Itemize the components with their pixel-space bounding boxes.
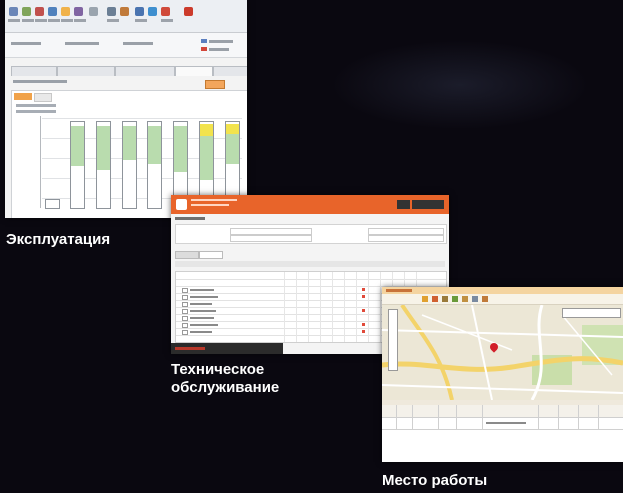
checkbox-icon bbox=[182, 295, 188, 300]
caption-operations: Эксплуатация bbox=[6, 231, 111, 248]
workplace-screenshot bbox=[382, 287, 623, 462]
action-button[interactable] bbox=[205, 80, 225, 89]
tab[interactable] bbox=[175, 251, 199, 259]
toolbar-icon bbox=[120, 7, 129, 16]
toolbar-icon bbox=[462, 296, 468, 302]
logo-icon bbox=[176, 199, 187, 210]
toolbar-icon bbox=[482, 296, 488, 302]
tab[interactable] bbox=[11, 66, 57, 76]
toolbar-icon bbox=[148, 7, 157, 16]
caption-maintenance: Техническое обслуживание bbox=[171, 361, 279, 397]
toolbar-icon bbox=[107, 7, 116, 16]
tab[interactable] bbox=[213, 66, 247, 76]
caption-workplace: Место работы bbox=[382, 472, 488, 489]
window-title-bar bbox=[382, 287, 623, 294]
toolbar-icon bbox=[9, 7, 18, 16]
toolbar-icon bbox=[35, 7, 44, 16]
table-row bbox=[486, 422, 526, 424]
toolbar-icon bbox=[432, 296, 438, 302]
chart-button[interactable] bbox=[14, 93, 32, 100]
toolbar-icon bbox=[161, 7, 170, 16]
checkbox-icon bbox=[182, 316, 188, 321]
toolbar-icon bbox=[472, 296, 478, 302]
filter-form bbox=[175, 224, 447, 244]
toolbar-icon bbox=[422, 296, 428, 302]
toolbar-icon bbox=[184, 7, 193, 16]
toolbar-icon bbox=[135, 7, 144, 16]
tab-strip bbox=[11, 66, 247, 76]
toolbar-icon bbox=[89, 7, 98, 16]
checkbox-icon bbox=[182, 330, 188, 335]
checkbox-icon bbox=[182, 323, 188, 328]
operations-screenshot bbox=[5, 0, 247, 218]
checkbox-icon bbox=[182, 309, 188, 314]
caption-maintenance-line1: Техническое bbox=[171, 361, 265, 378]
app-header bbox=[171, 195, 449, 214]
chart-bar bbox=[45, 199, 60, 209]
map-type-switch[interactable] bbox=[562, 308, 621, 318]
map-toolbar bbox=[382, 294, 623, 305]
toolbar-icon bbox=[452, 296, 458, 302]
chart-bar bbox=[96, 121, 111, 209]
toolbar bbox=[5, 0, 247, 33]
toolbar-icon bbox=[61, 7, 70, 16]
chart-bar bbox=[122, 121, 137, 209]
status-bar bbox=[171, 343, 283, 354]
tab[interactable] bbox=[175, 66, 213, 76]
toolbar-icon bbox=[442, 296, 448, 302]
map-view[interactable] bbox=[382, 305, 623, 400]
tab[interactable] bbox=[199, 251, 223, 259]
zoom-slider[interactable] bbox=[388, 309, 398, 371]
checkbox-icon bbox=[182, 288, 188, 293]
chart-button[interactable] bbox=[34, 93, 52, 102]
chart-bar bbox=[70, 121, 85, 209]
caption-maintenance-line2: обслуживание bbox=[171, 379, 280, 396]
background-glow bbox=[330, 40, 590, 130]
filter-form bbox=[5, 33, 247, 58]
tab[interactable] bbox=[57, 66, 115, 76]
chart-bar bbox=[147, 121, 162, 209]
map-roads bbox=[382, 305, 623, 400]
checkbox-icon bbox=[182, 302, 188, 307]
tab[interactable] bbox=[115, 66, 175, 76]
toolbar-icon bbox=[48, 7, 57, 16]
work-orders-table bbox=[382, 405, 623, 462]
toolbar-icon bbox=[22, 7, 31, 16]
toolbar-icon bbox=[74, 7, 83, 16]
